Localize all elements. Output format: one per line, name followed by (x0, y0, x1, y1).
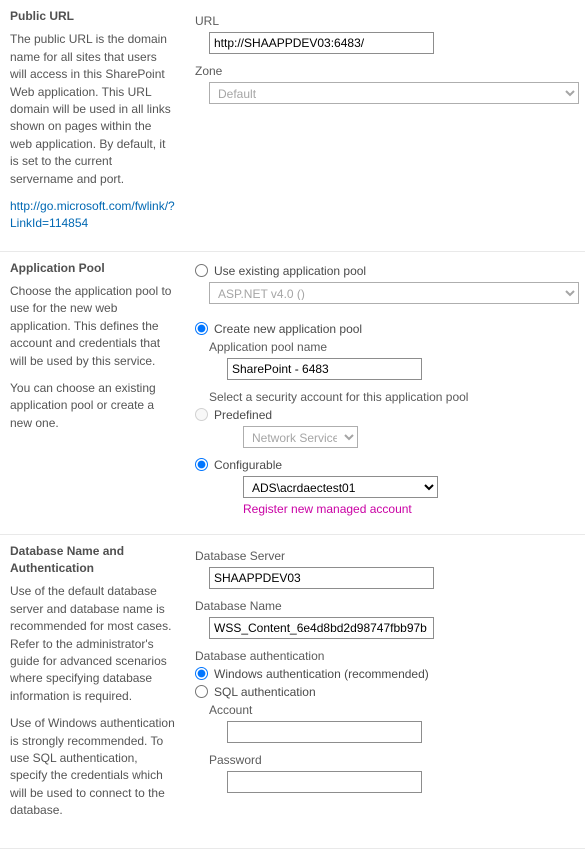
predefined-select: Network Service (243, 426, 358, 448)
public-url-description-pane: Public URL The public URL is the domain … (10, 8, 195, 233)
win-auth-label: Windows authentication (recommended) (214, 667, 429, 681)
database-heading: Database Name and Authentication (10, 543, 175, 578)
sql-auth-row: SQL authentication (195, 685, 575, 699)
url-input[interactable] (209, 32, 434, 54)
account-label: Account (209, 703, 575, 717)
sql-auth-label: SQL authentication (214, 685, 316, 699)
security-account-label: Select a security account for this appli… (209, 390, 575, 404)
database-description-pane: Database Name and Authentication Use of … (10, 543, 195, 830)
create-new-row: Create new application pool (195, 322, 575, 336)
win-auth-radio[interactable] (195, 667, 208, 680)
pool-name-label: Application pool name (209, 340, 575, 354)
app-pool-desc1: Choose the application pool to use for t… (10, 283, 175, 370)
predefined-label: Predefined (214, 408, 272, 422)
db-name-input[interactable] (209, 617, 434, 639)
account-input[interactable] (227, 721, 422, 743)
db-auth-label: Database authentication (195, 649, 575, 663)
db-server-label: Database Server (195, 549, 575, 563)
create-new-radio[interactable] (195, 322, 208, 335)
win-auth-row: Windows authentication (recommended) (195, 667, 575, 681)
public-url-help-link[interactable]: http://go.microsoft.com/fwlink/?LinkId=1… (10, 199, 175, 230)
app-pool-desc2: You can choose an existing application p… (10, 380, 175, 432)
database-desc1: Use of the default database server and d… (10, 583, 175, 705)
section-app-pool: Application Pool Choose the application … (0, 252, 585, 535)
configurable-row: Configurable (195, 458, 575, 472)
app-pool-description-pane: Application Pool Choose the application … (10, 260, 195, 516)
use-existing-row: Use existing application pool (195, 264, 575, 278)
configurable-radio[interactable] (195, 458, 208, 471)
pool-name-input[interactable] (227, 358, 422, 380)
password-input[interactable] (227, 771, 422, 793)
configurable-label: Configurable (214, 458, 282, 472)
use-existing-radio[interactable] (195, 264, 208, 277)
app-pool-form: Use existing application pool ASP.NET v4… (195, 260, 575, 516)
zone-label: Zone (195, 64, 575, 78)
public-url-heading: Public URL (10, 8, 175, 25)
register-managed-account-link[interactable]: Register new managed account (243, 502, 412, 516)
existing-pool-select: ASP.NET v4.0 () (209, 282, 579, 304)
public-url-desc: The public URL is the domain name for al… (10, 31, 175, 188)
predefined-row: Predefined (195, 408, 575, 422)
configurable-select[interactable]: ADS\acrdaectest01 (243, 476, 438, 498)
sql-auth-radio[interactable] (195, 685, 208, 698)
url-label: URL (195, 14, 575, 28)
zone-select: Default (209, 82, 579, 104)
use-existing-label: Use existing application pool (214, 264, 366, 278)
db-server-input[interactable] (209, 567, 434, 589)
section-database: Database Name and Authentication Use of … (0, 535, 585, 849)
predefined-radio (195, 408, 208, 421)
create-new-label: Create new application pool (214, 322, 362, 336)
public-url-form: URL Zone Default (195, 8, 575, 233)
section-public-url: Public URL The public URL is the domain … (0, 0, 585, 252)
db-name-label: Database Name (195, 599, 575, 613)
app-pool-heading: Application Pool (10, 260, 175, 277)
password-label: Password (209, 753, 575, 767)
database-desc2: Use of Windows authentication is strongl… (10, 715, 175, 819)
database-form: Database Server Database Name Database a… (195, 543, 575, 830)
